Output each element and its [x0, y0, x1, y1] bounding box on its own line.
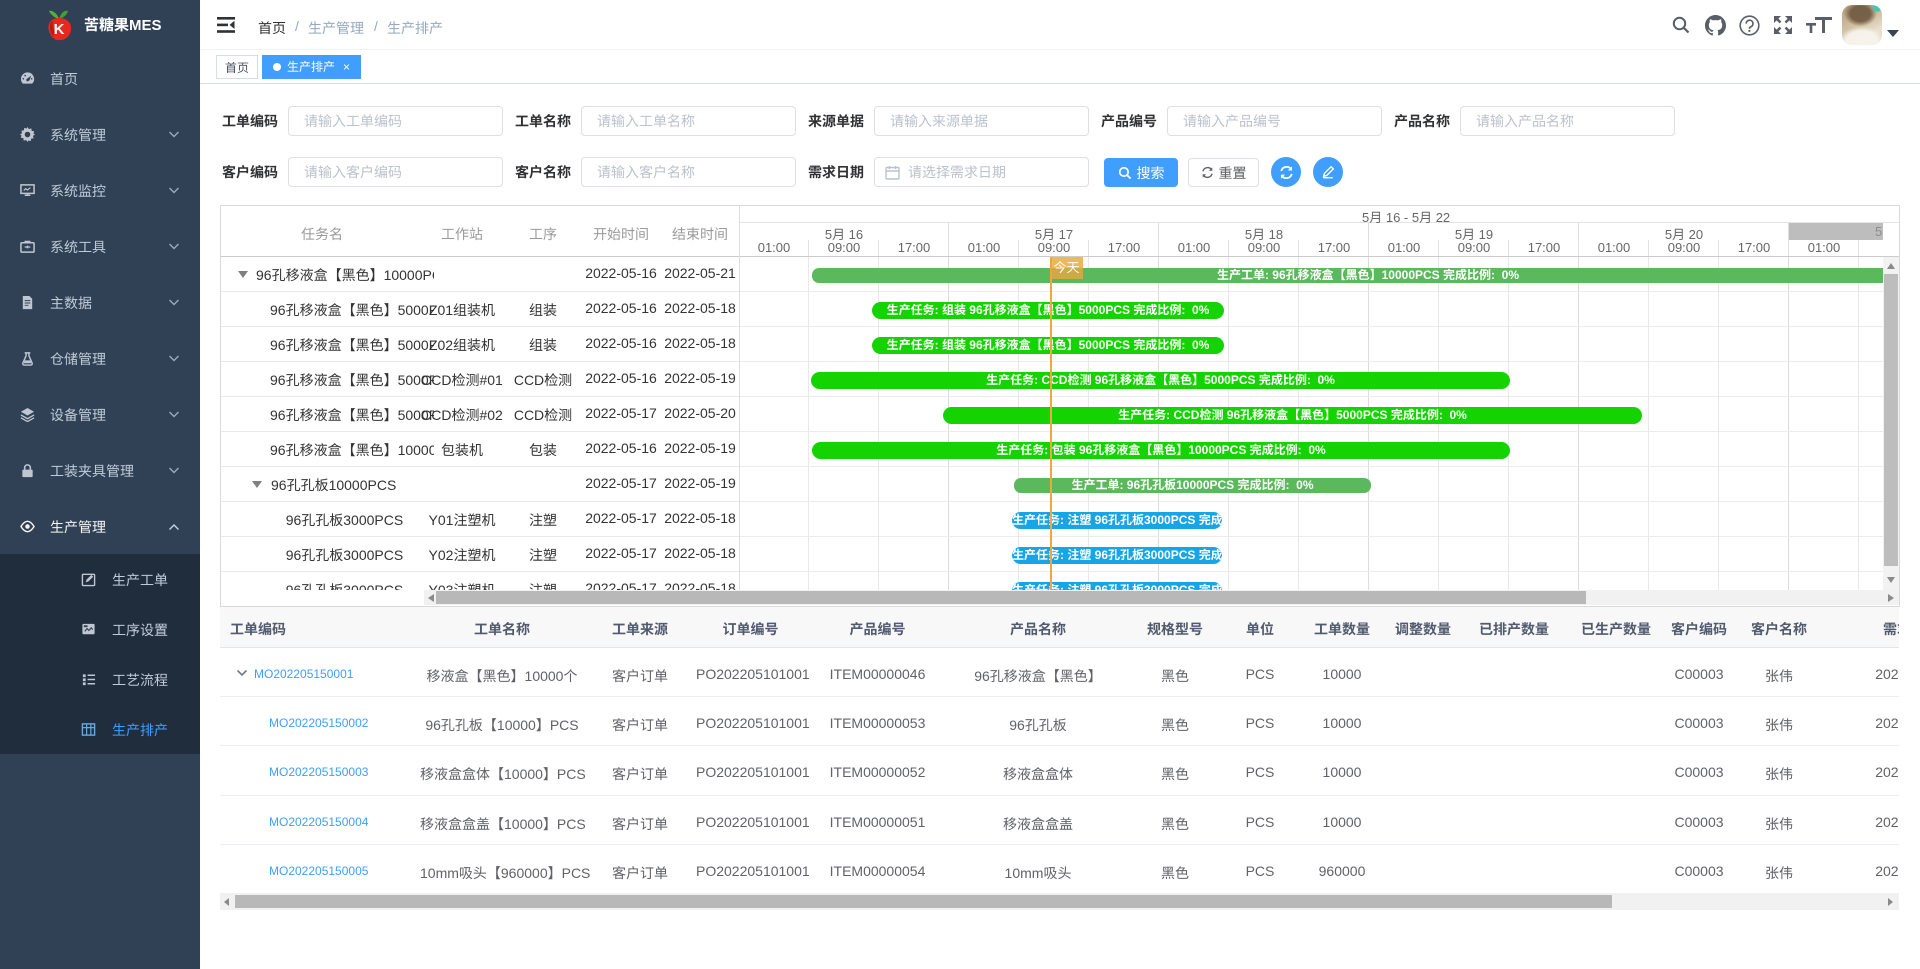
- svg-text:K: K: [54, 21, 65, 38]
